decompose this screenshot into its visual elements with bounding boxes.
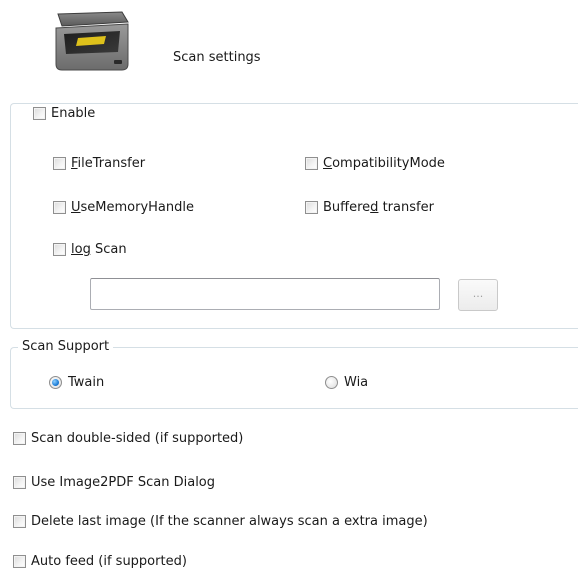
twain-label: Twain — [68, 375, 105, 390]
compatibility-mode-box[interactable] — [305, 157, 318, 170]
double-sided-label: Scan double-sided (if supported) — [31, 431, 244, 446]
use-memory-handle-box[interactable] — [53, 201, 66, 214]
use-image2pdf-checkbox[interactable]: Use Image2PDF Scan Dialog — [13, 475, 215, 490]
scanner-icon — [52, 8, 132, 78]
use-memory-handle-checkbox[interactable]: UseMemoryHandle — [53, 200, 194, 215]
wia-label: Wia — [344, 375, 369, 390]
auto-feed-checkbox[interactable]: Auto feed (if supported) — [13, 554, 187, 569]
use-image2pdf-box[interactable] — [13, 476, 26, 489]
double-sided-box[interactable] — [13, 432, 26, 445]
browse-button[interactable]: ... — [458, 279, 498, 311]
page-title: Scan settings — [173, 50, 261, 65]
auto-feed-box[interactable] — [13, 555, 26, 568]
log-scan-box[interactable] — [53, 243, 66, 256]
log-scan-label: log Scan — [71, 242, 127, 257]
enable-label: Enable — [51, 106, 96, 121]
buffered-transfer-label: Buffered transfer — [323, 200, 434, 215]
wia-radio[interactable]: Wia — [325, 375, 368, 390]
scan-settings-panel: Scan settings Enable FileTransfer Compat… — [0, 0, 578, 571]
auto-feed-label: Auto feed (if supported) — [31, 554, 187, 569]
enable-checkbox[interactable]: Enable — [33, 106, 100, 121]
use-memory-handle-label: UseMemoryHandle — [71, 200, 194, 215]
delete-last-label: Delete last image (If the scanner always… — [31, 514, 428, 529]
log-scan-checkbox[interactable]: log Scan — [53, 242, 127, 257]
use-image2pdf-label: Use Image2PDF Scan Dialog — [31, 475, 216, 490]
buffered-transfer-box[interactable] — [305, 201, 318, 214]
wia-radio-circle[interactable] — [325, 376, 338, 389]
compatibility-mode-checkbox[interactable]: CompatibilityMode — [305, 156, 445, 171]
twain-radio-circle[interactable] — [49, 376, 62, 389]
buffered-transfer-checkbox[interactable]: Buffered transfer — [305, 200, 434, 215]
file-transfer-label: FileTransfer — [71, 156, 146, 171]
file-transfer-checkbox[interactable]: FileTransfer — [53, 156, 145, 171]
scan-support-legend: Scan Support — [18, 339, 114, 354]
enable-checkbox-box[interactable] — [33, 107, 46, 120]
file-transfer-box[interactable] — [53, 157, 66, 170]
compatibility-mode-label: CompatibilityMode — [323, 156, 445, 171]
twain-radio[interactable]: Twain — [49, 375, 104, 390]
double-sided-checkbox[interactable]: Scan double-sided (if supported) — [13, 431, 243, 446]
delete-last-checkbox[interactable]: Delete last image (If the scanner always… — [13, 514, 428, 529]
log-path-input[interactable] — [90, 278, 440, 310]
delete-last-box[interactable] — [13, 515, 26, 528]
